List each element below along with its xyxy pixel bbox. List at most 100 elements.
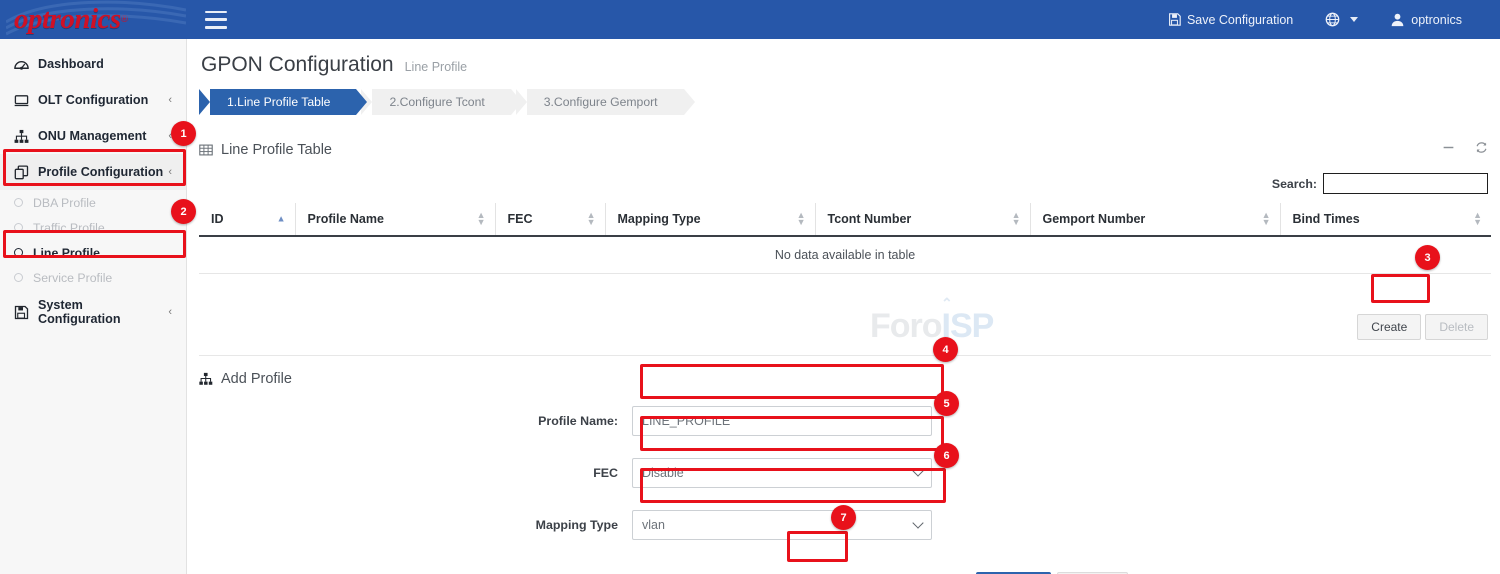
brand-logo[interactable]: optronics® bbox=[0, 0, 187, 39]
sidebar-item-label: Service Profile bbox=[33, 271, 112, 285]
circle-icon bbox=[14, 223, 23, 232]
sidebar-item-label: DBA Profile bbox=[33, 196, 96, 210]
search-input[interactable] bbox=[1323, 173, 1488, 194]
annotation-marker-6: 6 bbox=[934, 443, 959, 468]
delete-button[interactable]: Delete bbox=[1425, 314, 1488, 340]
save-configuration-button[interactable]: Save Configuration bbox=[1152, 0, 1309, 39]
profile-name-input[interactable] bbox=[632, 406, 932, 436]
sidebar-item-label: Profile Configuration bbox=[38, 165, 168, 179]
sidebar-nav: Dashboard OLT Configuration ‹ ONU Manage… bbox=[0, 39, 187, 574]
chevron-down-icon bbox=[1350, 17, 1358, 22]
watermark-text-foro: Foro bbox=[870, 307, 942, 345]
main-content: GPON Configuration Line Profile 1.Line P… bbox=[187, 39, 1500, 574]
annotation-marker-3: 3 bbox=[1415, 245, 1440, 270]
column-label: FEC bbox=[508, 212, 533, 226]
column-header-bind-times[interactable]: Bind Times ▲▼ bbox=[1280, 203, 1491, 236]
annotation-marker-1: 1 bbox=[171, 121, 196, 146]
column-label: Bind Times bbox=[1293, 212, 1360, 226]
table-empty-message: No data available in table bbox=[199, 236, 1491, 274]
annotation-marker-4: 4 bbox=[933, 337, 958, 362]
column-header-profile-name[interactable]: Profile Name ▲▼ bbox=[295, 203, 495, 236]
sidebar-item-line-profile[interactable]: Line Profile bbox=[0, 240, 186, 265]
menu-toggle-icon[interactable] bbox=[205, 11, 227, 29]
annotation-marker-5: 5 bbox=[934, 391, 959, 416]
column-header-gemport-number[interactable]: Gemport Number ▲▼ bbox=[1030, 203, 1280, 236]
fec-label: FEC bbox=[377, 466, 632, 480]
sidebar-item-label: Dashboard bbox=[38, 57, 172, 71]
mapping-type-select[interactable]: vlan bbox=[632, 510, 932, 540]
panel-title: Line Profile Table bbox=[199, 142, 332, 158]
sidebar-item-olt-configuration[interactable]: OLT Configuration ‹ bbox=[0, 82, 186, 118]
sort-icon: ▲▼ bbox=[477, 212, 486, 226]
table-header-row: ID ▲ Profile Name ▲▼ FEC ▲▼ Mapping Type… bbox=[199, 203, 1491, 236]
page-title: GPON Configuration bbox=[201, 53, 394, 77]
sidebar-item-label: OLT Configuration bbox=[38, 93, 168, 107]
create-button[interactable]: Create bbox=[1357, 314, 1421, 340]
search-label: Search: bbox=[1272, 177, 1317, 191]
column-header-tcont-number[interactable]: Tcont Number ▲▼ bbox=[815, 203, 1030, 236]
desktop-icon bbox=[14, 93, 34, 108]
sidebar-item-dashboard[interactable]: Dashboard bbox=[0, 46, 186, 82]
page-subtitle: Line Profile bbox=[405, 60, 468, 74]
page-header: GPON Configuration Line Profile bbox=[187, 39, 1500, 77]
sidebar-item-label: Line Profile bbox=[33, 246, 100, 260]
sort-ascending-icon: ▲ bbox=[277, 216, 286, 223]
globe-icon bbox=[1325, 12, 1340, 27]
brand-logo-text: optronics bbox=[14, 3, 121, 36]
table-action-buttons: Create Delete bbox=[1357, 314, 1488, 340]
minus-icon[interactable] bbox=[1442, 141, 1455, 159]
sidebar-item-service-profile[interactable]: Service Profile bbox=[0, 265, 186, 290]
circle-icon bbox=[14, 198, 23, 207]
sidebar-item-dba-profile[interactable]: DBA Profile bbox=[0, 190, 186, 215]
sidebar-item-system-configuration[interactable]: System Configuration ‹ bbox=[0, 294, 186, 330]
step-line-profile-table[interactable]: 1.Line Profile Table bbox=[199, 89, 356, 115]
column-label: Tcont Number bbox=[828, 212, 912, 226]
step-configure-tcont[interactable]: 2.Configure Tcont bbox=[361, 89, 510, 115]
sidebar-item-label: Traffic Profile bbox=[33, 221, 105, 235]
field-row-fec: FEC Disable bbox=[377, 458, 932, 488]
sidebar-item-profile-configuration[interactable]: Profile Configuration ‹ bbox=[0, 154, 186, 190]
user-name-label: optronics bbox=[1411, 13, 1462, 27]
sidebar-item-traffic-profile[interactable]: Traffic Profile bbox=[0, 215, 186, 240]
fec-select-wrapper: Disable bbox=[632, 458, 932, 488]
profile-name-label: Profile Name: bbox=[377, 414, 632, 428]
wizard-steps: 1.Line Profile Table 2.Configure Tcont 3… bbox=[199, 89, 1500, 115]
column-label: ID bbox=[211, 212, 224, 226]
sort-icon: ▲▼ bbox=[797, 212, 806, 226]
column-header-mapping-type[interactable]: Mapping Type ▲▼ bbox=[605, 203, 815, 236]
save-configuration-label: Save Configuration bbox=[1187, 13, 1293, 27]
circle-icon bbox=[14, 273, 23, 282]
chevron-left-icon: ‹ bbox=[168, 306, 172, 318]
user-icon bbox=[1390, 12, 1405, 27]
section-divider bbox=[199, 355, 1491, 356]
chevron-left-icon: ‹ bbox=[168, 166, 172, 178]
annotation-marker-2: 2 bbox=[171, 199, 196, 224]
sidebar-item-label: ONU Management bbox=[38, 129, 168, 143]
column-header-id[interactable]: ID ▲ bbox=[199, 203, 295, 236]
form-title-label: Add Profile bbox=[221, 371, 292, 387]
clone-icon bbox=[14, 165, 34, 180]
form-title: Add Profile bbox=[199, 371, 292, 387]
user-menu[interactable]: optronics bbox=[1374, 0, 1478, 39]
step-configure-gemport[interactable]: 3.Configure Gemport bbox=[516, 89, 684, 115]
topbar-actions: Save Configuration optronics bbox=[1152, 0, 1500, 39]
sidebar-item-label: System Configuration bbox=[38, 298, 168, 326]
sidebar-item-onu-management[interactable]: ONU Management ‹ bbox=[0, 118, 186, 154]
panel-title-label: Line Profile Table bbox=[221, 142, 332, 158]
sort-icon: ▲▼ bbox=[587, 212, 596, 226]
sitemap-icon bbox=[199, 372, 213, 386]
fec-select[interactable]: Disable bbox=[632, 458, 932, 488]
table-body: No data available in table bbox=[199, 236, 1491, 274]
dashboard-icon bbox=[14, 57, 34, 72]
sort-icon: ▲▼ bbox=[1473, 212, 1482, 226]
search-row: Search: bbox=[199, 173, 1488, 194]
language-selector[interactable] bbox=[1309, 0, 1374, 39]
annotation-marker-7: 7 bbox=[831, 505, 856, 530]
refresh-icon[interactable] bbox=[1475, 141, 1488, 159]
mapping-type-label: Mapping Type bbox=[377, 518, 632, 532]
chevron-left-icon: ‹ bbox=[168, 94, 172, 106]
column-header-fec[interactable]: FEC ▲▼ bbox=[495, 203, 605, 236]
save-icon bbox=[1168, 13, 1181, 26]
panel-tools bbox=[1442, 141, 1488, 159]
table-empty-row: No data available in table bbox=[199, 236, 1491, 274]
